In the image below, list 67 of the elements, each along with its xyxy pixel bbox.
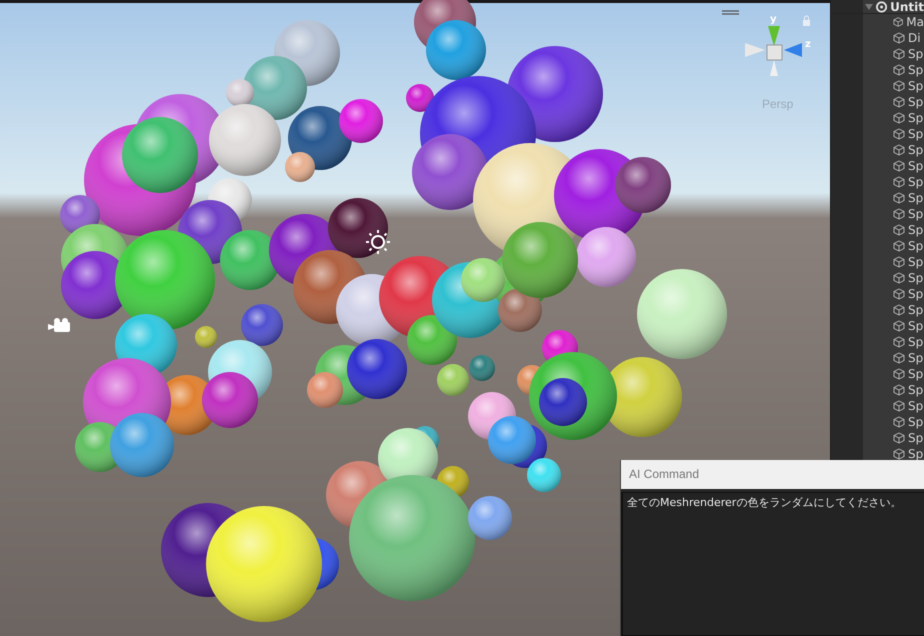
command-input-field[interactable]: 全てのMeshrendererの色をランダムにしてください。 xyxy=(621,492,924,636)
hierarchy-item[interactable]: Sp xyxy=(908,95,924,109)
hierarchy-item[interactable]: Sp xyxy=(908,47,924,61)
hierarchy-item[interactable]: Sp xyxy=(908,159,924,173)
hierarchy-item[interactable]: Sp xyxy=(908,319,924,333)
scene-name[interactable]: Untit xyxy=(890,0,924,14)
cube-icon xyxy=(893,272,905,284)
hierarchy-item[interactable]: Sp xyxy=(908,447,924,461)
hierarchy-item[interactable]: Sp xyxy=(908,207,924,221)
hierarchy-item[interactable]: Sp xyxy=(908,143,924,157)
hierarchy-item[interactable]: Sp xyxy=(908,415,924,429)
sun-icon xyxy=(365,229,391,255)
cube-icon xyxy=(893,80,905,92)
axis-label: z xyxy=(805,39,811,50)
cube-icon xyxy=(893,128,905,140)
cube-icon xyxy=(893,240,905,252)
scene-icon xyxy=(876,0,888,12)
hierarchy-item[interactable]: Sp xyxy=(908,303,924,317)
hierarchy-item[interactable]: Sp xyxy=(908,127,924,141)
hierarchy-item[interactable]: Sp xyxy=(908,335,924,349)
hierarchy-item[interactable]: Sp xyxy=(908,383,924,397)
cube-icon xyxy=(893,144,905,156)
cube-icon xyxy=(893,320,905,332)
camera-icon xyxy=(48,318,70,332)
hierarchy-item[interactable]: Sp xyxy=(908,79,924,93)
window-title: AI Command xyxy=(621,460,924,489)
cube-icon xyxy=(893,160,905,172)
cube-icon xyxy=(893,112,905,124)
cube-icon xyxy=(893,288,905,300)
axis-gizmo[interactable] xyxy=(745,26,802,76)
hierarchy-item[interactable]: Sp xyxy=(908,287,924,301)
cube-icon xyxy=(893,176,905,188)
cube-icon xyxy=(893,96,905,108)
hierarchy-item[interactable]: Sp xyxy=(908,351,924,365)
hierarchy-item[interactable]: Sp xyxy=(908,431,924,445)
cube-icon xyxy=(893,224,905,236)
hierarchy-item[interactable]: Sp xyxy=(908,111,924,125)
hierarchy-item[interactable]: Sp xyxy=(908,191,924,205)
cube-icon xyxy=(893,48,905,60)
cube-icon xyxy=(893,64,905,76)
cube-icon xyxy=(893,336,905,348)
hierarchy-item[interactable]: Ma xyxy=(906,15,924,29)
expand-arrow-icon[interactable] xyxy=(865,4,873,10)
hierarchy-item[interactable]: Sp xyxy=(908,255,924,269)
cube-icon xyxy=(893,416,905,428)
cube-icon xyxy=(893,304,905,316)
axis-label: y xyxy=(770,14,777,25)
cube-icon xyxy=(893,352,905,364)
hierarchy-item[interactable]: Sp xyxy=(908,239,924,253)
cube-icon xyxy=(893,400,905,412)
menu-icon[interactable] xyxy=(721,10,740,15)
cube-icon xyxy=(893,384,905,396)
cube-icon xyxy=(893,368,905,380)
cube-icon xyxy=(893,256,905,268)
hierarchy-item[interactable]: Sp xyxy=(908,63,924,77)
cube-icon xyxy=(893,192,905,204)
cube-icon xyxy=(893,32,905,44)
hierarchy-item[interactable]: Sp xyxy=(908,175,924,189)
cube-icon xyxy=(893,432,905,444)
hierarchy-item[interactable]: Sp xyxy=(908,367,924,381)
cube-icon xyxy=(893,208,905,220)
hierarchy-item[interactable]: Sp xyxy=(908,223,924,237)
cube-icon xyxy=(893,16,904,28)
hierarchy-item[interactable]: Sp xyxy=(908,271,924,285)
hierarchy-item[interactable]: Sp xyxy=(908,399,924,413)
hierarchy-item[interactable]: Di xyxy=(908,31,921,45)
cube-icon xyxy=(893,448,905,460)
